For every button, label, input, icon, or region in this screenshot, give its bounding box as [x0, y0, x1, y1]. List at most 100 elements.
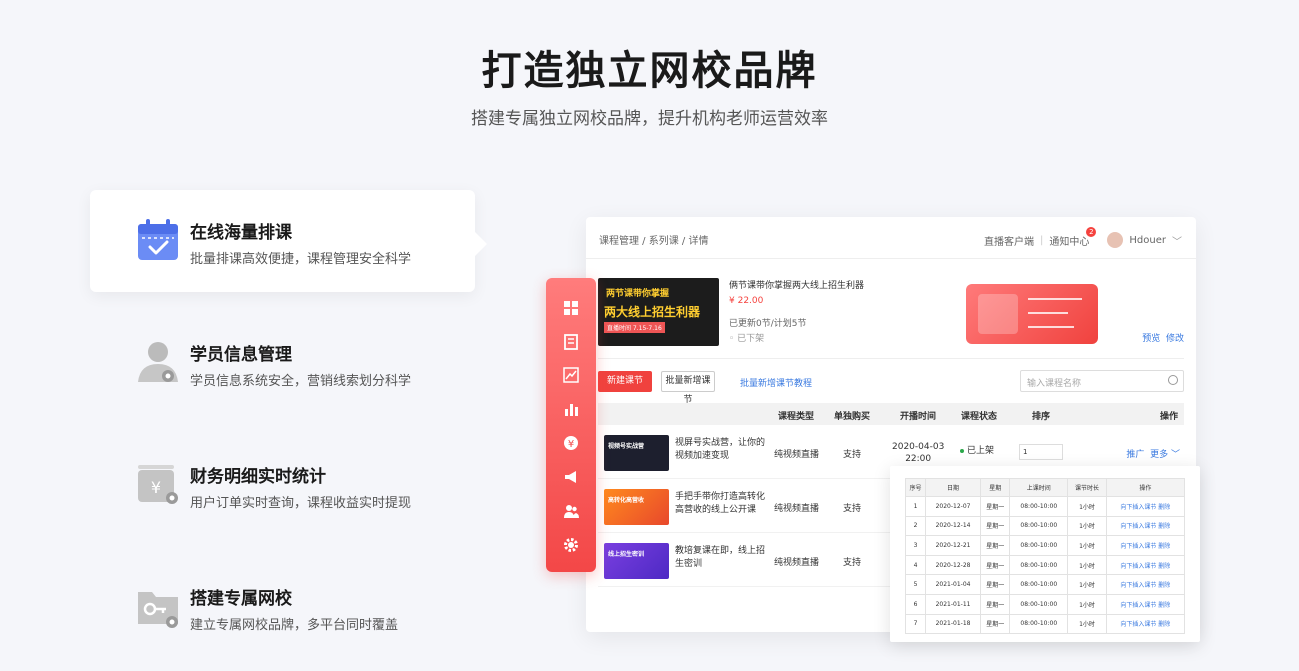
sort-input[interactable]: 1 — [1019, 444, 1063, 460]
schedule-row: 2 2020-12-14 星期一 08:00-10:00 1小时 向下插入课节 删除 — [905, 515, 1186, 537]
row-date-day: 2020-04-03 — [892, 442, 945, 452]
schedule-table: 序号 日期 星期 上课时间 课节时长 操作 1 2020-12-07 星期一 08:0… — [905, 478, 1186, 635]
schedule-cell: 1小时 — [1067, 554, 1107, 576]
megaphone-icon[interactable] — [563, 469, 579, 485]
course-name: 俩节课带你掌握两大线上招生利器 — [729, 281, 865, 291]
batch-tutorial-link[interactable]: 批量新增课节教程 — [740, 376, 812, 389]
feature-scheduling[interactable]: 在线海量排课 批量排课高效便捷，课程管理安全科学 — [90, 190, 487, 292]
schedule-cell: 4 — [905, 554, 926, 576]
schedule-cell: 星期一 — [980, 574, 1011, 595]
schedule-cell: 星期一 — [980, 613, 1011, 635]
schedule-row: 7 2021-01-18 星期一 08:00-10:00 1小时 向下插入课节 删除 — [905, 613, 1186, 635]
new-lesson-button[interactable]: 新建课节 — [598, 371, 652, 392]
hero-title: 打造独立网校品牌 — [481, 48, 818, 94]
schedule-cell: 1小时 — [1067, 593, 1107, 615]
schedule-actions[interactable]: 向下插入课节 删除 — [1105, 496, 1186, 517]
schedule-row: 1 2020-12-07 星期一 08:00-10:00 1小时 向下插入课节 删除 — [905, 496, 1186, 517]
breadcrumb[interactable]: 课程管理 / 系列课 / 详情 — [599, 232, 708, 247]
side-nav: ¥ — [546, 278, 596, 572]
finance-icon: ¥ — [138, 465, 178, 504]
course-book-icon[interactable] — [563, 334, 579, 350]
thumb-text: 视频号实战营 — [608, 443, 645, 450]
col-header: 开播时间 — [900, 412, 937, 422]
schedule-col-header: 日期 — [924, 478, 982, 497]
schedule-cell: 08:00-10:00 — [1009, 613, 1069, 635]
schedule-actions[interactable]: 向下插入课节 删除 — [1105, 515, 1186, 537]
app-topbar: 课程管理 / 系列课 / 详情 直播客户端 | 通知中心 2 Hdouer ﹀ — [586, 217, 1196, 259]
batch-add-button[interactable]: 批量新增课节 — [661, 371, 715, 405]
svg-text:¥: ¥ — [568, 439, 574, 450]
users-icon[interactable] — [563, 503, 579, 519]
row-title: 视屏号实战营，让你的视频加速变现 — [675, 438, 766, 461]
bar-chart-icon[interactable] — [563, 401, 579, 417]
thumb-text: 线上招生密训 — [608, 551, 645, 558]
schedule-col-header: 上课时间 — [1009, 478, 1069, 497]
feature-desc: 批量排课高效便捷，课程管理安全科学 — [190, 252, 412, 267]
promo-line — [1028, 326, 1074, 328]
promo-card — [966, 284, 1098, 344]
key-folder-icon — [138, 592, 178, 628]
preview-link[interactable]: 预览 — [1142, 334, 1160, 344]
feature-title: 搭建专属网校 — [190, 589, 292, 609]
yuan-coin-icon[interactable]: ¥ — [563, 435, 579, 451]
col-header: 课程状态 — [961, 412, 998, 422]
search-icon[interactable] — [1168, 375, 1178, 385]
user-name[interactable]: Hdouer — [1129, 235, 1166, 246]
schedule-cell: 星期一 — [980, 535, 1011, 556]
search-input[interactable]: 输入课程名称 — [1020, 370, 1184, 392]
schedule-header-row: 序号 日期 星期 上课时间 课节时长 操作 — [905, 478, 1186, 497]
course-price: ¥ 22.00 — [729, 296, 764, 306]
row-thumb: 高转化高营收 — [604, 489, 669, 525]
chevron-down-icon[interactable]: ﹀ — [1172, 233, 1182, 248]
more-link[interactable]: 更多 — [1150, 450, 1168, 460]
feature-title: 在线海量排课 — [190, 223, 292, 243]
course-actions: 预览 修改 — [1142, 331, 1184, 344]
feature-student-info[interactable]: 学员信息管理 学员信息系统安全，营销线索划分科学 — [90, 312, 475, 414]
feature-desc: 学员信息系统安全，营销线索划分科学 — [190, 374, 412, 389]
course-status: ◦ 已下架 — [729, 334, 765, 344]
client-link[interactable]: 直播客户端 — [984, 233, 1034, 248]
promote-link[interactable]: 推广 — [1126, 450, 1144, 460]
notify-badge: 2 — [1086, 226, 1097, 237]
cover-tag: 两节课带你掌握 — [606, 289, 670, 299]
feature-desc: 用户订单实时查询，课程收益实时提现 — [190, 496, 412, 511]
schedule-actions[interactable]: 向下插入课节 删除 — [1105, 574, 1186, 595]
row-title: 教培复课在即，线上招生密训 — [675, 546, 766, 569]
schedule-actions[interactable]: 向下插入课节 删除 — [1105, 554, 1186, 576]
user-icon — [138, 342, 178, 382]
schedule-row: 5 2021-01-04 星期一 08:00-10:00 1小时 向下插入课节 删除 — [905, 574, 1186, 595]
course-progress: 已更新0节/计划5节 — [729, 319, 807, 329]
gear-icon[interactable] — [563, 537, 579, 553]
course-cover: 两节课带你掌握 两大线上招生利器 直播时间 7.15-7.16 — [598, 278, 719, 346]
divider — [598, 358, 1184, 359]
thumb-text: 高转化高营收 — [608, 497, 645, 504]
schedule-cell: 1小时 — [1067, 574, 1107, 595]
schedule-cell: 08:00-10:00 — [1009, 496, 1069, 517]
feature-finance[interactable]: ¥ 财务明细实时统计 用户订单实时查询，课程收益实时提现 — [90, 434, 475, 536]
schedule-col-header: 星期 — [980, 478, 1011, 497]
schedule-cell: 星期一 — [980, 515, 1011, 537]
schedule-cell: 2021-01-04 — [924, 574, 982, 595]
row-date-time: 22:00 — [905, 454, 932, 464]
col-header: 操作 — [1159, 412, 1178, 422]
notify-center-link[interactable]: 通知中心 2 — [1049, 226, 1097, 248]
schedule-cell: 08:00-10:00 — [1009, 535, 1069, 556]
schedule-actions[interactable]: 向下插入课节 删除 — [1105, 593, 1186, 615]
trend-chart-icon[interactable] — [563, 367, 579, 383]
schedule-cell: 1小时 — [1067, 535, 1107, 556]
edit-link[interactable]: 修改 — [1166, 334, 1184, 344]
notify-label: 通知中心 — [1049, 236, 1090, 248]
schedule-actions[interactable]: 向下插入课节 删除 — [1105, 535, 1186, 556]
row-buy: 支持 — [843, 558, 862, 568]
schedule-cell: 1小时 — [1067, 613, 1107, 635]
row-type: 纯视频直播 — [774, 558, 820, 568]
col-header: 排序 — [1032, 412, 1051, 422]
divider: | — [1040, 234, 1044, 246]
feature-own-school[interactable]: 搭建专属网校 建立专属网校品牌，多平台同时覆盖 — [90, 556, 475, 658]
avatar[interactable] — [1107, 232, 1124, 248]
schedule-cell: 2 — [905, 515, 926, 537]
schedule-actions[interactable]: 向下插入课节 删除 — [1105, 613, 1186, 635]
row-actions: 推广 更多 ﹀ — [1126, 450, 1180, 460]
dashboard-icon[interactable] — [563, 300, 579, 316]
calendar-icon — [138, 219, 178, 260]
